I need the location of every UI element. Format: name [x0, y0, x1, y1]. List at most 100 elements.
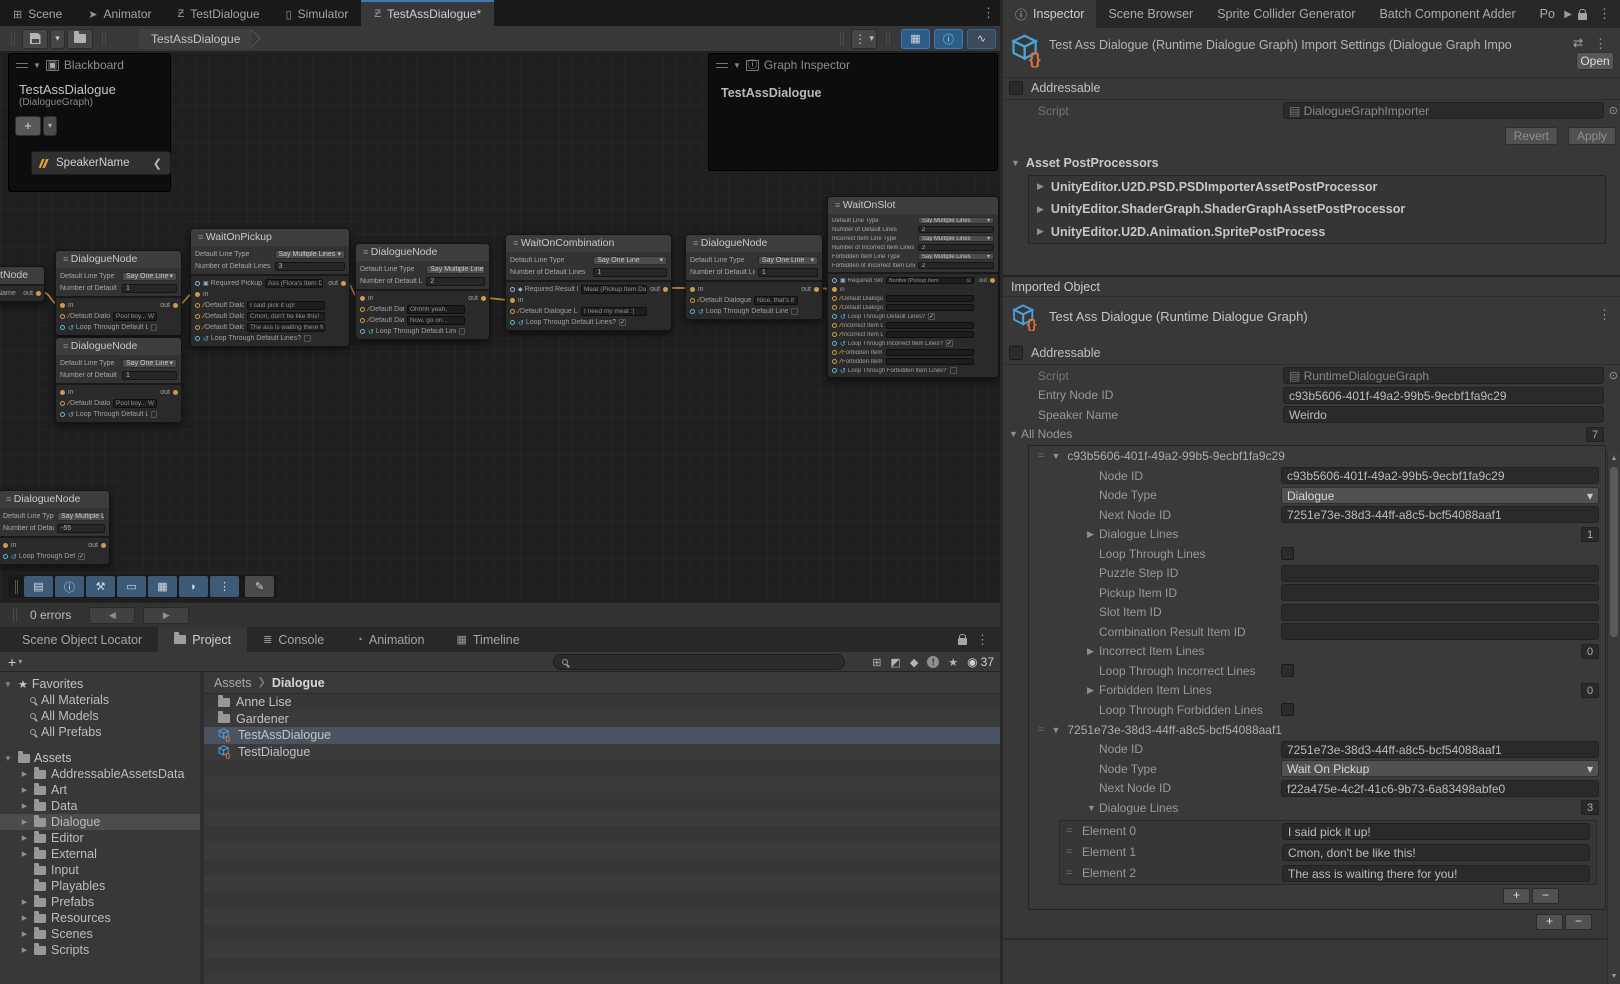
tree-folder[interactable]: ▶Prefabs: [0, 894, 200, 910]
create-asset-button[interactable]: +: [0, 653, 18, 671]
add-element-button[interactable]: +: [1503, 888, 1530, 904]
addressable-checkbox[interactable]: [1009, 81, 1023, 95]
remove-element-button[interactable]: −: [1532, 888, 1559, 904]
port-row[interactable]: Default Dialogue LineNice, that's it: [686, 295, 822, 306]
value-field[interactable]: f22a475e-4c2f-41c6-9b73-6a83498abfe0: [1281, 780, 1599, 797]
port-row[interactable]: Default Dialogue Line 1I said pick it up…: [191, 300, 349, 311]
node-property[interactable]: Number of Default Lines1: [690, 266, 818, 278]
next-error-button[interactable]: ▶: [143, 607, 189, 624]
tree-folder[interactable]: ▶Input: [0, 862, 200, 878]
input-port[interactable]: [690, 298, 695, 303]
drag-handle-icon[interactable]: =: [1038, 450, 1044, 462]
port-checkbox[interactable]: [928, 313, 935, 320]
drag-handle-icon[interactable]: [16, 63, 28, 68]
panel-menu-icon[interactable]: ⋮: [1593, 6, 1616, 22]
favorites-item[interactable]: ▶All Materials: [0, 692, 200, 708]
all-nodes-foldout[interactable]: All Nodes 7: [1003, 425, 1620, 445]
graph-panel-toggle[interactable]: ▦: [901, 29, 930, 49]
node-property[interactable]: Number of Incorrect Item Lines2: [832, 243, 994, 252]
file-row[interactable]: Anne Lise: [204, 694, 1000, 711]
graph-canvas[interactable]: StartNode SpeakerNameout DialogueNode De…: [0, 52, 1000, 602]
input-port[interactable]: [195, 336, 200, 341]
input-port[interactable]: [60, 325, 65, 330]
node-property[interactable]: Number of Default Lines3: [195, 260, 345, 272]
port-row[interactable]: Loop Through Default Lines?: [56, 322, 181, 333]
inspector-tab[interactable]: Sprite Collider Generator: [1205, 0, 1367, 28]
collapse-icon[interactable]: ▼: [733, 61, 741, 70]
input-port[interactable]: [3, 543, 8, 548]
postprocessor-row[interactable]: ▶UnityEditor.U2D.PSD.PSDImporterAssetPos…: [1029, 176, 1605, 199]
node-waitonpickup[interactable]: WaitOnPickup Default Line TypeSay Multip…: [190, 228, 350, 347]
presets-icon[interactable]: ⇄: [1573, 36, 1583, 52]
bottom-tab[interactable]: Project: [158, 627, 247, 652]
port-checkbox[interactable]: [791, 308, 798, 315]
output-port[interactable]: [481, 296, 486, 301]
input-port[interactable]: [360, 296, 365, 301]
output-port[interactable]: [341, 281, 346, 286]
port-checkbox[interactable]: [459, 328, 465, 335]
bottom-tab[interactable]: Animation: [340, 627, 440, 652]
port-row[interactable]: Loop Through Default Lines?: [356, 326, 489, 337]
tree-folder[interactable]: ▶Data: [0, 798, 200, 814]
port-row[interactable]: Required PickupAss (Flora's Item Data)ou…: [191, 278, 349, 289]
port-row[interactable]: Default Dialogue Line 2Cmon, don't be li…: [191, 311, 349, 322]
port-checkbox[interactable]: [151, 411, 157, 418]
node-waitonslot[interactable]: WaitOnSlot Default Line TypeSay Multiple…: [827, 196, 999, 378]
port-row[interactable]: Loop Through Default Lines?: [828, 312, 998, 321]
port-row[interactable]: Default Dialogue Line 2: [828, 303, 998, 312]
collapse-icon[interactable]: ❮: [153, 157, 162, 170]
port-row[interactable]: Required Result ItemMeat (Pickup Item Da…: [506, 284, 671, 295]
input-port[interactable]: [832, 305, 837, 310]
graph-footer-button[interactable]: ⋮: [210, 576, 239, 597]
input-port[interactable]: [832, 287, 837, 292]
value-field[interactable]: [1281, 565, 1599, 582]
port-row[interactable]: Default Dialogue Line 1: [828, 294, 998, 303]
input-port[interactable]: [690, 287, 695, 292]
lock-icon[interactable]: [1578, 13, 1587, 20]
node-property[interactable]: Default Line TypeSay Multiple Lines: [195, 248, 345, 260]
blackboard-variable-speakername[interactable]: SpeakerName ❮: [31, 151, 171, 175]
graph-footer-button[interactable]: ⓘ: [55, 576, 84, 597]
breadcrumb[interactable]: Assets❯Dialogue: [204, 672, 1000, 694]
value-field[interactable]: c93b5606-401f-49a2-99b5-9ecbf1fa9c29: [1281, 467, 1599, 484]
input-port[interactable]: [195, 281, 200, 286]
port-row[interactable]: Loop Through Default Lines?: [191, 333, 349, 344]
eye-icon[interactable]: ◉: [967, 655, 977, 669]
checkbox[interactable]: [1281, 547, 1294, 560]
port-checkbox[interactable]: [619, 319, 626, 326]
favorites-item[interactable]: ▶All Prefabs: [0, 724, 200, 740]
window-tab[interactable]: Animator: [75, 0, 164, 26]
scrollbar-thumb[interactable]: [1610, 467, 1618, 637]
hidden-count-icon[interactable]: !: [927, 656, 939, 668]
graph-footer-button[interactable]: ▤: [24, 576, 53, 597]
input-port[interactable]: [360, 329, 365, 334]
port-row[interactable]: Default Dialogue Line 3The ass is waitin…: [191, 322, 349, 333]
drag-handle-icon[interactable]: =: [1038, 724, 1044, 736]
panel-menu-icon[interactable]: ⋮: [971, 632, 994, 648]
graph-panel-toggle[interactable]: ⓘ: [934, 29, 963, 49]
node-entry-header[interactable]: = ▼ c93b5606-401f-49a2-99b5-9ecbf1fa9c29: [1029, 446, 1605, 466]
inspector-tab[interactable]: Po: [1528, 0, 1565, 28]
node-property[interactable]: Default Line TypeSay One Line: [60, 270, 177, 282]
input-port[interactable]: [360, 318, 365, 323]
bottom-tab[interactable]: Console: [247, 627, 340, 652]
node-property[interactable]: Incorrect Item Line TypeSay Multiple Lin…: [832, 234, 994, 243]
input-port[interactable]: [832, 278, 837, 283]
output-port[interactable]: [173, 390, 178, 395]
node-dialoguenode-2[interactable]: DialogueNode Default Line TypeSay One Li…: [55, 337, 182, 423]
graph-options-button[interactable]: ⋮ ▾: [851, 29, 877, 49]
graph-footer-button[interactable]: ✎: [245, 576, 274, 597]
graph-panel-toggle[interactable]: ∿: [967, 29, 996, 49]
output-port[interactable]: [36, 291, 41, 296]
node-property[interactable]: Forbidden Item Line TypeSay Multiple Lin…: [832, 252, 994, 261]
input-port[interactable]: [832, 341, 837, 346]
port-checkbox[interactable]: [946, 340, 953, 347]
favorites-filter-icon[interactable]: ★: [948, 656, 958, 669]
postprocessor-row[interactable]: ▶UnityEditor.U2D.Animation.SpritePostPro…: [1029, 221, 1605, 244]
input-port[interactable]: [195, 325, 200, 330]
port-row[interactable]: in: [191, 289, 349, 300]
assets-root[interactable]: ▼Assets: [0, 750, 200, 766]
previous-error-button[interactable]: ◀: [89, 607, 135, 624]
value-field[interactable]: [1281, 604, 1599, 621]
save-button[interactable]: [22, 29, 48, 49]
